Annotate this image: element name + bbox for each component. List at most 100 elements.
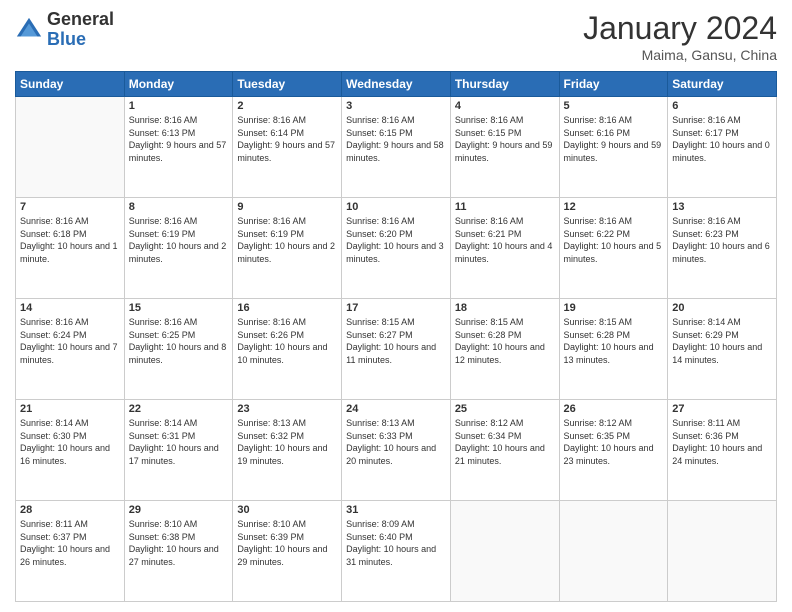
calendar-cell: 27Sunrise: 8:11 AMSunset: 6:36 PMDayligh…	[668, 400, 777, 501]
calendar-cell: 12 Sunrise: 8:16 AMSunset: 6:22 PMDayligh…	[559, 198, 668, 299]
day-number: 20	[672, 302, 772, 314]
day-info: Sunrise: 8:10 AMSunset: 6:38 PMDaylight:…	[129, 518, 229, 568]
day-number: 22	[129, 403, 229, 415]
day-info: Sunrise: 8:15 AMSunset: 6:28 PMDaylight:…	[564, 316, 664, 366]
day-number: 18	[455, 302, 555, 314]
day-number: 6	[672, 100, 772, 112]
calendar-cell: 9 Sunrise: 8:16 AMSunset: 6:19 PMDaylight…	[233, 198, 342, 299]
calendar-cell: 6 Sunrise: 8:16 AMSunset: 6:17 PMDaylight…	[668, 97, 777, 198]
day-info: Sunrise: 8:13 AMSunset: 6:33 PMDaylight:…	[346, 417, 446, 467]
day-info: Sunrise: 8:12 AMSunset: 6:34 PMDaylight:…	[455, 417, 555, 467]
logo: General Blue	[15, 10, 114, 50]
day-info: Sunrise: 8:16 AMSunset: 6:23 PMDaylight:…	[672, 215, 772, 265]
calendar-cell: 14 Sunrise: 8:16 AMSunset: 6:24 PMDayligh…	[16, 299, 125, 400]
day-info: Sunrise: 8:16 AMSunset: 6:26 PMDaylight:…	[237, 316, 337, 366]
calendar-cell: 11 Sunrise: 8:16 AMSunset: 6:21 PMDayligh…	[450, 198, 559, 299]
day-number: 28	[20, 504, 120, 516]
calendar-cell: 25 Sunrise: 8:12 AMSunset: 6:34 PMDayligh…	[450, 400, 559, 501]
day-number: 12	[564, 201, 664, 213]
day-number: 14	[20, 302, 120, 314]
logo-icon	[15, 16, 43, 44]
calendar-cell	[668, 501, 777, 602]
day-info: Sunrise: 8:16 AMSunset: 6:21 PMDaylight:…	[455, 215, 555, 265]
day-number: 31	[346, 504, 446, 516]
calendar-cell: 26 Sunrise: 8:12 AMSunset: 6:35 PMDayligh…	[559, 400, 668, 501]
day-info: Sunrise: 8:09 AMSunset: 6:40 PMDaylight:…	[346, 518, 446, 568]
day-number: 8	[129, 201, 229, 213]
day-number: 10	[346, 201, 446, 213]
calendar-cell	[16, 97, 125, 198]
day-number: 17	[346, 302, 446, 314]
day-info: Sunrise: 8:16 AMSunset: 6:17 PMDaylight:…	[672, 114, 772, 164]
day-header-sunday: Sunday	[16, 72, 125, 97]
day-number: 21	[20, 403, 120, 415]
week-row-3: 14 Sunrise: 8:16 AMSunset: 6:24 PMDayligh…	[16, 299, 777, 400]
calendar-cell: 18 Sunrise: 8:15 AMSunset: 6:28 PMDayligh…	[450, 299, 559, 400]
day-number: 24	[346, 403, 446, 415]
day-info: Sunrise: 8:16 AMSunset: 6:25 PMDaylight:…	[129, 316, 229, 366]
day-number: 13	[672, 201, 772, 213]
day-number: 3	[346, 100, 446, 112]
day-info: Sunrise: 8:16 AMSunset: 6:14 PMDaylight:…	[237, 114, 337, 164]
calendar-cell: 4Sunrise: 8:16 AMSunset: 6:15 PMDaylight…	[450, 97, 559, 198]
day-info: Sunrise: 8:16 AMSunset: 6:15 PMDaylight:…	[346, 114, 446, 164]
day-header-friday: Friday	[559, 72, 668, 97]
week-row-2: 7Sunrise: 8:16 AMSunset: 6:18 PMDaylight…	[16, 198, 777, 299]
calendar-cell: 7Sunrise: 8:16 AMSunset: 6:18 PMDaylight…	[16, 198, 125, 299]
day-info: Sunrise: 8:12 AMSunset: 6:35 PMDaylight:…	[564, 417, 664, 467]
calendar-title: January 2024	[583, 10, 777, 47]
day-info: Sunrise: 8:11 AMSunset: 6:36 PMDaylight:…	[672, 417, 772, 467]
day-number: 25	[455, 403, 555, 415]
day-number: 7	[20, 201, 120, 213]
day-number: 26	[564, 403, 664, 415]
day-number: 23	[237, 403, 337, 415]
day-number: 19	[564, 302, 664, 314]
title-block: January 2024 Maima, Gansu, China	[583, 10, 777, 63]
logo-general-text: General	[47, 10, 114, 30]
calendar-body: 1 Sunrise: 8:16 AMSunset: 6:13 PMDaylight…	[16, 97, 777, 602]
day-header-monday: Monday	[124, 72, 233, 97]
calendar-cell: 13 Sunrise: 8:16 AMSunset: 6:23 PMDayligh…	[668, 198, 777, 299]
logo-text: General Blue	[47, 10, 114, 50]
calendar-cell: 17 Sunrise: 8:15 AMSunset: 6:27 PMDayligh…	[342, 299, 451, 400]
calendar-cell: 19 Sunrise: 8:15 AMSunset: 6:28 PMDayligh…	[559, 299, 668, 400]
day-info: Sunrise: 8:14 AMSunset: 6:29 PMDaylight:…	[672, 316, 772, 366]
day-info: Sunrise: 8:15 AMSunset: 6:28 PMDaylight:…	[455, 316, 555, 366]
day-number: 11	[455, 201, 555, 213]
day-info: Sunrise: 8:16 AMSunset: 6:20 PMDaylight:…	[346, 215, 446, 265]
day-info: Sunrise: 8:16 AMSunset: 6:19 PMDaylight:…	[237, 215, 337, 265]
logo-blue-text: Blue	[47, 30, 114, 50]
day-info: Sunrise: 8:10 AMSunset: 6:39 PMDaylight:…	[237, 518, 337, 568]
days-header-row: SundayMondayTuesdayWednesdayThursdayFrid…	[16, 72, 777, 97]
day-number: 29	[129, 504, 229, 516]
day-info: Sunrise: 8:15 AMSunset: 6:27 PMDaylight:…	[346, 316, 446, 366]
calendar-cell: 8Sunrise: 8:16 AMSunset: 6:19 PMDaylight…	[124, 198, 233, 299]
calendar-cell: 16 Sunrise: 8:16 AMSunset: 6:26 PMDayligh…	[233, 299, 342, 400]
day-info: Sunrise: 8:14 AMSunset: 6:31 PMDaylight:…	[129, 417, 229, 467]
day-number: 5	[564, 100, 664, 112]
calendar-cell	[559, 501, 668, 602]
calendar-cell: 20 Sunrise: 8:14 AMSunset: 6:29 PMDayligh…	[668, 299, 777, 400]
day-info: Sunrise: 8:16 AMSunset: 6:13 PMDaylight:…	[129, 114, 229, 164]
day-header-thursday: Thursday	[450, 72, 559, 97]
week-row-1: 1 Sunrise: 8:16 AMSunset: 6:13 PMDaylight…	[16, 97, 777, 198]
calendar-cell: 21Sunrise: 8:14 AMSunset: 6:30 PMDayligh…	[16, 400, 125, 501]
day-info: Sunrise: 8:16 AMSunset: 6:15 PMDaylight:…	[455, 114, 555, 164]
calendar-header: SundayMondayTuesdayWednesdayThursdayFrid…	[16, 72, 777, 97]
day-number: 1	[129, 100, 229, 112]
page: General Blue January 2024 Maima, Gansu, …	[0, 0, 792, 612]
calendar-cell: 28 Sunrise: 8:11 AMSunset: 6:37 PMDayligh…	[16, 501, 125, 602]
day-info: Sunrise: 8:16 AMSunset: 6:24 PMDaylight:…	[20, 316, 120, 366]
day-info: Sunrise: 8:11 AMSunset: 6:37 PMDaylight:…	[20, 518, 120, 568]
day-header-wednesday: Wednesday	[342, 72, 451, 97]
day-info: Sunrise: 8:16 AMSunset: 6:16 PMDaylight:…	[564, 114, 664, 164]
day-info: Sunrise: 8:16 AMSunset: 6:22 PMDaylight:…	[564, 215, 664, 265]
day-number: 16	[237, 302, 337, 314]
day-number: 9	[237, 201, 337, 213]
calendar-cell: 5 Sunrise: 8:16 AMSunset: 6:16 PMDaylight…	[559, 97, 668, 198]
header: General Blue January 2024 Maima, Gansu, …	[15, 10, 777, 63]
week-row-4: 21Sunrise: 8:14 AMSunset: 6:30 PMDayligh…	[16, 400, 777, 501]
day-info: Sunrise: 8:13 AMSunset: 6:32 PMDaylight:…	[237, 417, 337, 467]
day-number: 30	[237, 504, 337, 516]
day-number: 2	[237, 100, 337, 112]
